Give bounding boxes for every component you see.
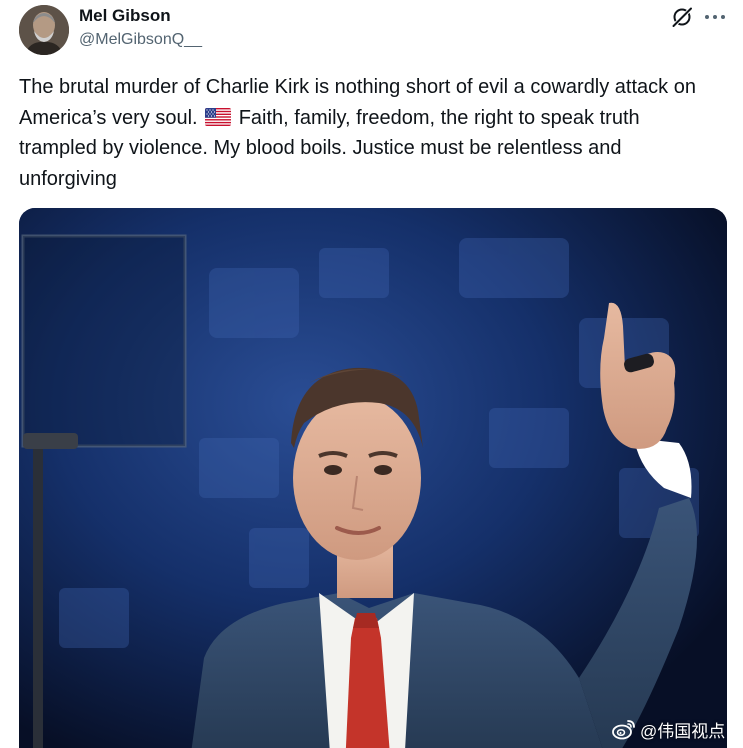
tweet-text: The brutal murder of Charlie Kirk is not… [19,72,719,194]
grok-icon[interactable] [671,6,693,28]
avatar-photo-icon [19,5,69,55]
author-handle[interactable]: @MelGibsonQ__ [79,31,202,49]
tweet-photo[interactable] [19,208,727,748]
tweet-post: Mel Gibson @MelGibsonQ__ The brutal murd… [0,0,743,748]
weibo-logo-icon [612,720,635,740]
us-flag-icon [205,107,232,126]
author-name[interactable]: Mel Gibson [79,6,171,26]
author-avatar[interactable] [19,5,69,55]
watermark-text: @伟国视点 [640,721,726,741]
watermark: @伟国视点 [612,717,725,741]
more-options-icon[interactable] [705,7,725,27]
photo-scene [19,208,727,748]
